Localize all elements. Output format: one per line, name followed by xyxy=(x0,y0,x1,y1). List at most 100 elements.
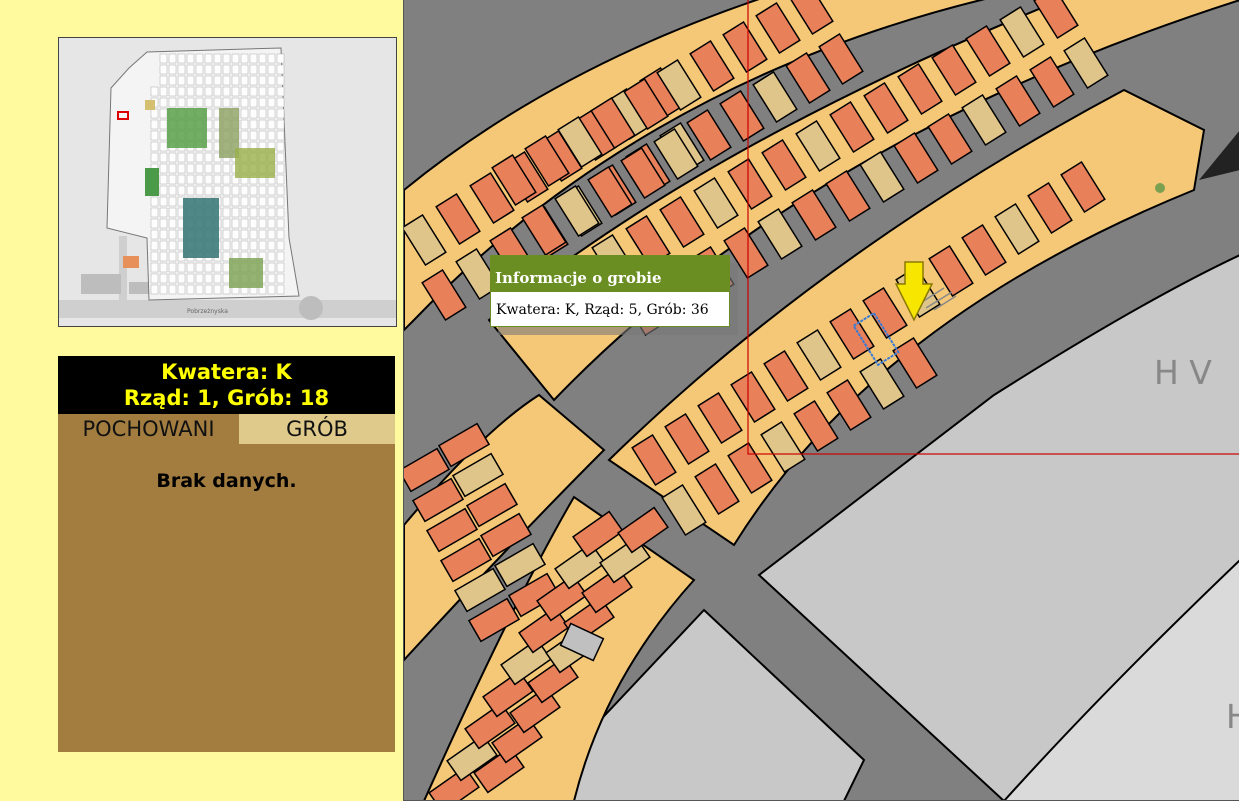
overview-minimap[interactable]: Pobrzeżnyska xyxy=(58,37,397,327)
minimap-plot xyxy=(213,273,222,284)
minimap-plot xyxy=(168,284,177,295)
minimap-plot xyxy=(258,97,267,108)
minimap-plot xyxy=(267,273,276,284)
minimap-plot xyxy=(168,53,177,64)
minimap-plot xyxy=(168,251,177,262)
minimap-plot xyxy=(249,86,258,97)
minimap-plot xyxy=(240,196,249,207)
minimap-plot xyxy=(159,53,168,64)
map-canvas[interactable]: H V H xyxy=(404,0,1239,801)
minimap-plot xyxy=(159,229,168,240)
minimap-plot xyxy=(222,262,231,273)
minimap-plot xyxy=(240,185,249,196)
minimap-plot xyxy=(168,273,177,284)
minimap-plot xyxy=(276,240,285,251)
minimap-plot xyxy=(213,53,222,64)
minimap-plot xyxy=(150,229,159,240)
minimap-plot xyxy=(240,119,249,130)
minimap-plot xyxy=(276,185,285,196)
minimap-plot xyxy=(186,97,195,108)
minimap-plot xyxy=(195,262,204,273)
tab-pochowani[interactable]: POCHOWANI xyxy=(58,414,239,444)
popup-text: Kwatera: K, Rząd: 5, Grób: 36 xyxy=(496,302,709,318)
minimap-road xyxy=(59,300,396,318)
minimap-plot xyxy=(267,97,276,108)
minimap-plot xyxy=(276,284,285,295)
minimap-plot xyxy=(240,86,249,97)
minimap-plot xyxy=(159,97,168,108)
minimap-plot xyxy=(240,240,249,251)
minimap-plot xyxy=(240,75,249,86)
minimap-plot xyxy=(249,240,258,251)
minimap-plot xyxy=(159,163,168,174)
minimap-plot xyxy=(168,218,177,229)
header-sector: Kwatera: K xyxy=(161,360,292,384)
minimap-plot xyxy=(222,53,231,64)
minimap-plot xyxy=(204,75,213,86)
minimap-plot xyxy=(240,130,249,141)
minimap-plot xyxy=(258,207,267,218)
minimap-plot xyxy=(150,141,159,152)
minimap-plot xyxy=(267,75,276,86)
minimap-plot xyxy=(240,207,249,218)
minimap-plot xyxy=(222,97,231,108)
minimap-plot xyxy=(258,64,267,75)
minimap-plot xyxy=(231,97,240,108)
minimap-plot xyxy=(231,64,240,75)
minimap-plot xyxy=(204,152,213,163)
minimap-plot xyxy=(150,218,159,229)
minimap-plot xyxy=(195,174,204,185)
minimap-plot xyxy=(249,108,258,119)
minimap-plot xyxy=(168,229,177,240)
minimap-plot xyxy=(276,163,285,174)
grave-info-popup[interactable]: Informacje o grobie Kwatera: K, Rząd: 5,… xyxy=(490,255,730,327)
minimap-plot xyxy=(276,53,285,64)
minimap-plot xyxy=(276,152,285,163)
minimap-plot xyxy=(159,141,168,152)
minimap-plot xyxy=(150,152,159,163)
tab-grob[interactable]: GRÓB xyxy=(239,414,395,444)
minimap-plot xyxy=(258,119,267,130)
minimap-plot xyxy=(222,240,231,251)
minimap-plot xyxy=(276,130,285,141)
section-label-hv: H V xyxy=(1154,353,1212,392)
minimap-plot xyxy=(204,284,213,295)
minimap-plot xyxy=(249,229,258,240)
minimap-plot xyxy=(276,196,285,207)
minimap-plot xyxy=(204,262,213,273)
minimap-plot xyxy=(231,218,240,229)
minimap-plot xyxy=(195,152,204,163)
minimap-plot xyxy=(186,152,195,163)
minimap-plot xyxy=(267,185,276,196)
minimap-plot xyxy=(168,97,177,108)
minimap-plot xyxy=(249,119,258,130)
minimap-plot xyxy=(159,251,168,262)
minimap-plot xyxy=(258,108,267,119)
minimap-plot xyxy=(240,218,249,229)
minimap-plot xyxy=(267,251,276,262)
minimap-plot xyxy=(195,86,204,97)
minimap-plot xyxy=(204,53,213,64)
minimap-plot xyxy=(195,53,204,64)
minimap-plot xyxy=(186,53,195,64)
minimap-plot xyxy=(177,64,186,75)
minimap-plot xyxy=(177,284,186,295)
minimap-drawing[interactable]: Pobrzeżnyska xyxy=(59,38,397,327)
minimap-plot xyxy=(222,64,231,75)
minimap-plot xyxy=(213,163,222,174)
minimap-plot xyxy=(186,86,195,97)
minimap-plot xyxy=(222,75,231,86)
minimap-plot xyxy=(186,174,195,185)
minimap-plot xyxy=(150,240,159,251)
minimap-plot xyxy=(159,75,168,86)
minimap-plot xyxy=(267,108,276,119)
minimap-street-label: Pobrzeżnyska xyxy=(187,308,228,315)
minimap-plot xyxy=(249,196,258,207)
minimap-plot xyxy=(159,119,168,130)
minimap-plot xyxy=(168,262,177,273)
minimap-plot xyxy=(186,163,195,174)
cemetery-map[interactable]: H V H xyxy=(403,0,1239,801)
minimap-plot xyxy=(258,229,267,240)
minimap-plot xyxy=(267,119,276,130)
minimap-plot xyxy=(177,152,186,163)
